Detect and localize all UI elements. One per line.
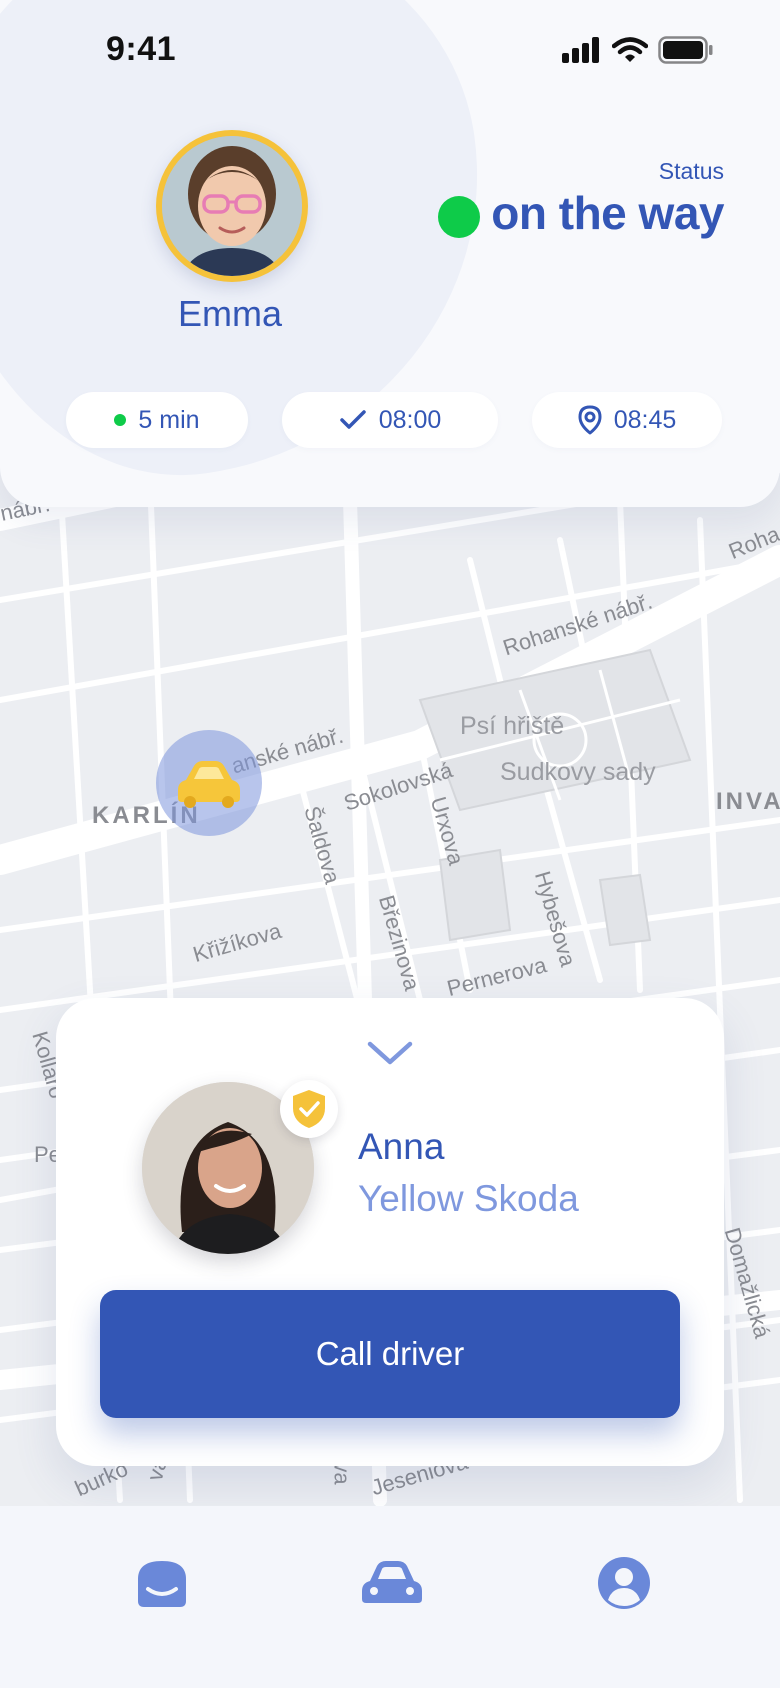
arrival-time-chip: 08:45 (532, 392, 722, 448)
wifi-icon (612, 37, 648, 62)
location-pin-icon (578, 405, 602, 435)
car-icon (362, 1561, 422, 1603)
signal-icon (562, 37, 599, 63)
battery-icon (658, 36, 713, 64)
status-label: Status (658, 158, 724, 184)
call-driver-button[interactable]: Call driver (100, 1290, 680, 1418)
child-photo (162, 136, 302, 276)
driver-car: Yellow Skoda (358, 1178, 579, 1219)
child-avatar[interactable] (156, 130, 308, 282)
tab-home[interactable] (122, 1548, 202, 1618)
arrival-time-value: 08:45 (613, 405, 677, 434)
tab-bar (0, 1506, 780, 1688)
map-place-label: Psí hřiště (460, 712, 565, 740)
eta-value: 5 min (138, 405, 200, 434)
status-time: 9:41 (106, 30, 177, 68)
map-district-label: INVA (716, 788, 780, 815)
home-face-icon (138, 1561, 186, 1607)
driver-name: Anna (358, 1126, 445, 1167)
chevron-down-icon (367, 1041, 413, 1065)
tab-profile[interactable] (584, 1548, 664, 1618)
verified-badge (280, 1080, 338, 1138)
status-bar: 9:41 (0, 0, 780, 100)
car-icon (178, 761, 240, 808)
child-name: Emma (177, 293, 282, 334)
checkmark-icon (339, 410, 366, 429)
collapse-button[interactable] (366, 1038, 414, 1068)
driver-location-marker[interactable] (156, 730, 262, 836)
status-indicator-dot (438, 196, 480, 238)
child-status-card: 9:41 Emma Status on the way 5 min 08:00 … (0, 0, 780, 507)
map-place-label: Sudkovy sady (500, 758, 656, 786)
status-value: on the way (491, 187, 724, 239)
start-time-value: 08:00 (378, 405, 442, 434)
green-dot-icon (114, 414, 127, 426)
eta-chip: 5 min (66, 392, 248, 448)
start-time-chip: 08:00 (282, 392, 498, 448)
driver-card: Anna Yellow Skoda Call driver (56, 998, 724, 1466)
profile-icon (598, 1557, 650, 1609)
tab-ride[interactable] (352, 1548, 432, 1618)
shield-check-icon (293, 1090, 325, 1128)
